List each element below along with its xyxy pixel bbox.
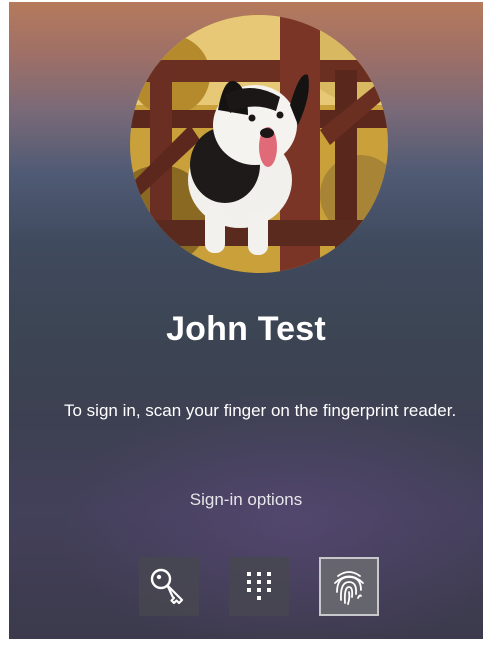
fingerprint-icon xyxy=(334,570,364,605)
pin-keypad-icon xyxy=(247,571,271,600)
signin-options-link[interactable]: Sign-in options xyxy=(9,490,483,510)
pin-signin-button[interactable] xyxy=(229,557,289,616)
user-avatar xyxy=(130,15,388,273)
fingerprint-signin-button[interactable] xyxy=(319,557,379,616)
user-name: John Test xyxy=(166,310,326,348)
password-signin-button[interactable] xyxy=(139,557,199,616)
key-icon xyxy=(150,568,184,604)
signin-instruction: To sign in, scan your finger on the fing… xyxy=(64,401,457,420)
avatar-photo xyxy=(130,15,388,273)
lock-screen: John Test To sign in, scan your finger o… xyxy=(9,2,483,639)
